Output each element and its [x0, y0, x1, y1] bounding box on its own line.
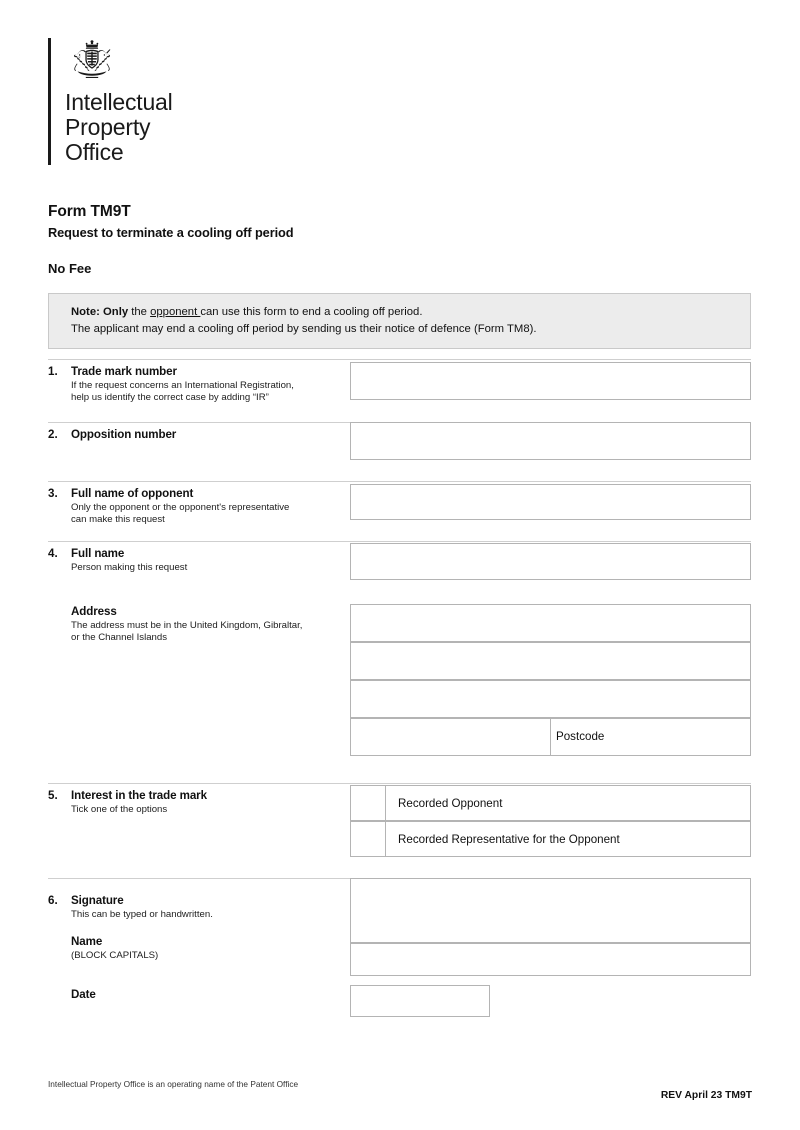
separator-rule-3: [48, 481, 751, 482]
label-trade-mark-number: Trade mark number: [71, 365, 177, 378]
input-name[interactable]: [350, 943, 751, 976]
logo-line-3: Office: [65, 139, 124, 165]
hint-full-name-of-opponent-2: can make this request: [71, 514, 165, 525]
hint-name-block-capitals: (BLOCK CAPITALS): [71, 950, 159, 961]
hint-address-1: The address must be in the United Kingdo…: [71, 620, 303, 631]
note-line-2: The applicant may end a cooling off peri…: [71, 323, 537, 335]
label-full-name: Full name: [71, 547, 125, 560]
field-number-1: 1.: [48, 365, 58, 378]
separator-rule-4: [48, 541, 751, 542]
field-number-6: 6.: [48, 894, 58, 907]
field-number-2: 2.: [48, 428, 58, 441]
checkbox-recorded-representative[interactable]: [350, 821, 386, 857]
separator-rule-1: [48, 359, 751, 360]
input-full-name-of-opponent[interactable]: [350, 484, 751, 520]
footer-legal-text: Intellectual Property Office is an opera…: [48, 1079, 299, 1089]
separator-rule-5: [48, 783, 751, 784]
note-callout: Note: Only the opponent can use this for…: [48, 293, 751, 349]
hint-signature: This can be typed or handwritten.: [71, 909, 213, 920]
input-address-line-2[interactable]: [350, 642, 751, 680]
note-line-1: Note: Only the opponent can use this for…: [71, 304, 750, 321]
label-signature: Signature: [71, 894, 124, 907]
field-number-3: 3.: [48, 487, 58, 500]
input-signature[interactable]: [350, 878, 751, 943]
form-title: Form TM9T: [48, 203, 131, 220]
label-recorded-opponent: Recorded Opponent: [398, 797, 503, 810]
note-underlined-opponent: opponent: [150, 306, 201, 318]
label-full-name-of-opponent: Full name of opponent: [71, 487, 194, 500]
footer-revision: REV April 23 TM9T: [660, 1090, 752, 1101]
logo-text: Intellectual Property Office: [65, 90, 173, 165]
logo-line-2: Property: [65, 114, 151, 140]
input-address-line-4[interactable]: [350, 718, 551, 756]
label-recorded-representative: Recorded Representative for the Opponent: [398, 833, 620, 846]
ipo-logo: Intellectual Property Office: [48, 38, 173, 165]
input-opposition-number[interactable]: [350, 422, 751, 460]
label-name-block-capitals: Name: [71, 935, 103, 948]
note-rest: can use this form to end a cooling off p…: [200, 306, 423, 318]
label-interest-in-trade-mark: Interest in the trade mark: [71, 789, 207, 802]
label-postcode: Postcode: [556, 730, 605, 743]
form-subtitle: Request to terminate a cooling off perio…: [48, 225, 294, 240]
input-address-line-3[interactable]: [350, 680, 751, 718]
hint-interest-in-trade-mark: Tick one of the options: [71, 804, 168, 815]
note-mid: the: [128, 306, 151, 318]
note-bold: Note: Only: [71, 306, 129, 318]
input-address-line-1[interactable]: [350, 604, 751, 642]
fee-label: No Fee: [48, 261, 92, 276]
logo-vertical-rule: [48, 38, 51, 165]
input-full-name[interactable]: [350, 543, 751, 580]
label-date: Date: [71, 988, 96, 1001]
field-number-4: 4.: [48, 547, 58, 560]
input-trade-mark-number[interactable]: [350, 362, 751, 400]
hint-full-name: Person making this request: [71, 562, 188, 573]
label-opposition-number: Opposition number: [71, 428, 177, 441]
input-date[interactable]: [350, 985, 490, 1017]
hint-trade-mark-number-1: If the request concerns an International…: [71, 380, 294, 391]
hint-address-2: or the Channel Islands: [71, 632, 167, 643]
label-address: Address: [71, 605, 117, 618]
checkbox-recorded-opponent[interactable]: [350, 785, 386, 821]
hint-full-name-of-opponent-1: Only the opponent or the opponent's repr…: [71, 502, 290, 513]
royal-coat-of-arms-icon: [74, 40, 111, 78]
logo-line-1: Intellectual: [65, 89, 173, 115]
hint-trade-mark-number-2: help us identify the correct case by add…: [71, 392, 269, 403]
field-number-5: 5.: [48, 789, 58, 802]
form-page: Intellectual Property Office Form TM9T R…: [0, 0, 800, 1130]
